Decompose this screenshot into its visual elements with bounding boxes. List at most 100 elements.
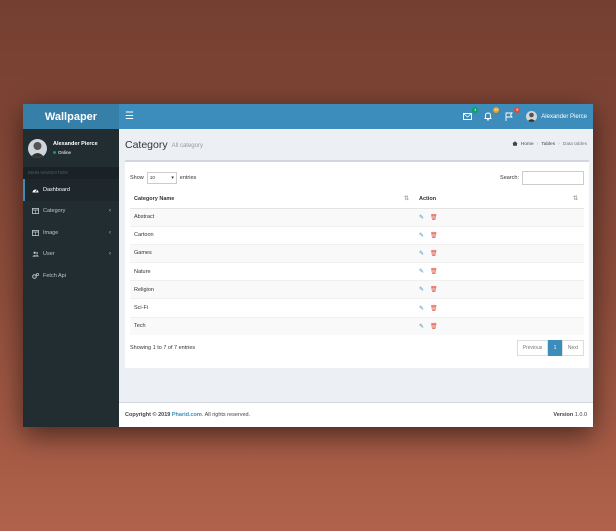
avatar <box>28 138 47 158</box>
user-menu[interactable]: Alexander Pierce <box>526 111 587 122</box>
status-text: Online <box>58 150 72 155</box>
action-cell: ✎ 🗑 <box>415 262 584 281</box>
category-name-cell: Tech <box>130 316 415 336</box>
action-cell: ✎ 🗑 <box>415 225 584 245</box>
search-group: Search: <box>500 171 584 185</box>
breadcrumb-separator: › <box>558 142 560 147</box>
status-badge: Online <box>53 150 98 155</box>
entries-value: 10 <box>149 175 156 181</box>
column-header-category-name[interactable]: Category Name ⇅ <box>130 190 415 209</box>
search-label: Search: <box>500 175 519 181</box>
category-name-cell: Abstract <box>130 207 415 227</box>
sort-icon: ⇅ <box>572 196 578 202</box>
trash-icon[interactable]: 🗑 <box>430 214 438 221</box>
entries-label: entries <box>179 175 197 181</box>
table-icon <box>32 208 39 215</box>
table-row: Games ✎ 🗑 <box>130 243 584 263</box>
bell-icon[interactable]: 10 <box>482 106 500 123</box>
trash-icon[interactable]: 🗑 <box>430 232 438 239</box>
search-input[interactable] <box>522 171 584 185</box>
trash-icon[interactable]: 🗑 <box>430 305 438 312</box>
sidebar-item-label: Fetch Api <box>43 272 66 279</box>
column-header-action[interactable]: Action ⇅ <box>415 190 584 209</box>
messages-icon[interactable]: 4 <box>461 106 479 123</box>
notifications-badge: 10 <box>493 106 500 113</box>
sidebar-item-label: User <box>43 251 55 258</box>
category-name-cell: Religion <box>130 280 415 299</box>
online-dot-icon <box>53 151 56 154</box>
chevron-left-icon: ‹ <box>109 208 111 215</box>
version-label: Version <box>553 412 574 418</box>
user-info: Alexander Pierce Online <box>53 141 98 155</box>
chevron-left-icon: ‹ <box>109 251 111 258</box>
sort-icon: ⇅ <box>403 196 409 202</box>
table-header-row: Category Name ⇅ Action ⇅ <box>130 190 584 209</box>
table-info: Showing 1 to 7 of 7 entries <box>130 345 196 352</box>
app-window: Wallpaper ☰ 4 10 9 Alexander Pierce Alex… <box>23 104 593 427</box>
sidebar: Alexander Pierce Online MAIN NAVIGATION … <box>23 129 119 427</box>
chevron-left-icon: ‹ <box>109 229 111 236</box>
sidebar-item-dashboard[interactable]: Dashboard <box>23 179 119 201</box>
main-header: Wallpaper ☰ 4 10 9 Alexander Pierce <box>23 104 593 129</box>
edit-icon[interactable]: ✎ <box>419 232 424 239</box>
breadcrumb-separator: › <box>536 142 539 147</box>
tasks-badge: 9 <box>514 106 521 113</box>
table-row: Tech ✎ 🗑 <box>130 316 584 336</box>
edit-icon[interactable]: ✎ <box>419 250 424 257</box>
trash-icon[interactable]: 🗑 <box>430 250 438 257</box>
messages-badge: 4 <box>472 106 479 113</box>
breadcrumb-current: Data tables <box>562 142 587 147</box>
category-name-cell: Games <box>130 243 415 263</box>
action-cell: ✎ 🗑 <box>415 207 584 227</box>
navbar-menu: 4 10 9 Alexander Pierce <box>461 106 587 123</box>
version-info: Version 1.0.0 <box>553 412 587 418</box>
sidebar-item-fetch-api[interactable]: Fetch Api <box>23 265 119 287</box>
data-table-box: Show 10 ▾ entries Search: Category Name <box>125 160 589 368</box>
show-label: Show <box>130 175 144 181</box>
trash-icon[interactable]: 🗑 <box>430 323 438 330</box>
sidebar-toggle-icon[interactable]: ☰ <box>125 111 137 122</box>
table-row: Religion ✎ 🗑 <box>130 280 584 299</box>
page-subtitle: All category <box>171 143 203 149</box>
edit-icon[interactable]: ✎ <box>419 286 424 293</box>
navbar: ☰ 4 10 9 Alexander Pierce <box>119 104 593 129</box>
header-user-name: Alexander Pierce <box>541 113 587 120</box>
entries-select[interactable]: 10 ▾ <box>146 172 177 184</box>
trash-icon[interactable]: 🗑 <box>430 286 438 293</box>
previous-button[interactable]: Previous <box>517 340 548 357</box>
trash-icon[interactable]: 🗑 <box>430 268 438 275</box>
edit-icon[interactable]: ✎ <box>419 268 424 275</box>
pagination: Previous 1 Next <box>517 340 584 357</box>
table-controls: Show 10 ▾ entries Search: <box>130 170 584 186</box>
edit-icon[interactable]: ✎ <box>419 323 424 330</box>
next-button[interactable]: Next <box>562 340 584 357</box>
content-wrapper: Category All category Home › Tables › Da… <box>119 129 593 427</box>
edit-icon[interactable]: ✎ <box>419 214 424 221</box>
sidebar-item-category[interactable]: Category ‹ <box>23 201 119 223</box>
table-row: Cartoon ✎ 🗑 <box>130 225 584 245</box>
action-cell: ✎ 🗑 <box>415 316 584 336</box>
menu-section-header: MAIN NAVIGATION <box>23 167 119 179</box>
flag-icon[interactable]: 9 <box>503 106 521 123</box>
page-1-button[interactable]: 1 <box>548 340 562 357</box>
table-icon <box>32 229 39 236</box>
category-name-cell: Nature <box>130 262 415 281</box>
column-label: Category Name <box>134 195 175 202</box>
table-row: Abstract ✎ 🗑 <box>130 207 584 227</box>
breadcrumb-tables[interactable]: Tables <box>541 142 555 147</box>
table-row: Sci-Fi ✎ 🗑 <box>130 298 584 318</box>
sidebar-item-image[interactable]: Image ‹ <box>23 222 119 244</box>
breadcrumb-home[interactable]: Home <box>521 142 534 147</box>
sidebar-item-user[interactable]: User ‹ <box>23 244 119 266</box>
table-row: Nature ✎ 🗑 <box>130 262 584 281</box>
table-body: Abstract ✎ 🗑 Cartoon ✎ 🗑 Games ✎ 🗑 Natur… <box>130 207 584 336</box>
version-number: 1.0.0 <box>574 412 587 418</box>
site-link[interactable]: Pharid.com <box>172 412 202 418</box>
main-footer: Copyright © 2019 Pharid.com. All rights … <box>119 402 593 427</box>
dashboard-icon <box>32 187 39 193</box>
users-icon <box>32 251 39 257</box>
action-cell: ✎ 🗑 <box>415 280 584 299</box>
edit-icon[interactable]: ✎ <box>419 305 424 312</box>
caret-down-icon: ▾ <box>171 175 174 181</box>
logo[interactable]: Wallpaper <box>23 104 119 129</box>
